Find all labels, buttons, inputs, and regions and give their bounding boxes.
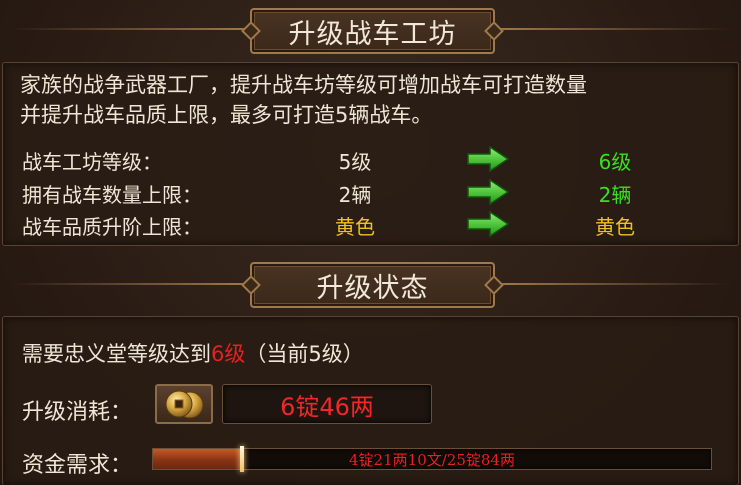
title-ornament-right — [495, 28, 731, 30]
requirement-current: （当前5级） — [245, 342, 364, 366]
stat-next-value: 6级 — [598, 150, 632, 174]
green-right-arrow-icon — [467, 211, 510, 237]
stat-next-value: 2辆 — [598, 183, 632, 207]
requirement-prefix: 需要忠义堂等级达到 — [22, 342, 211, 366]
fund-requirement-label: 资金需求： — [22, 453, 133, 478]
stat-current-value: 2辆 — [338, 183, 372, 207]
stat-label: 拥有战车数量上限： — [22, 183, 202, 207]
stat-label: 战车品质升阶上限： — [22, 215, 202, 239]
fund-progress-text: 4锭21两10文/25锭84两 — [349, 450, 515, 469]
fund-progress-bar: 4锭21两10文/25锭84两 — [152, 446, 712, 472]
title-ornament-left — [10, 28, 250, 30]
green-right-arrow-icon — [467, 179, 510, 205]
stat-current-value: 黄色 — [335, 215, 375, 239]
description-line-1: 家族的战争武器工厂，提升战车坊等级可增加战车可打造数量 — [20, 73, 587, 97]
copper-coin-icon — [165, 390, 204, 419]
title-ornament-right — [495, 283, 731, 285]
stat-next-value: 黄色 — [595, 215, 635, 239]
coin-slot[interactable] — [155, 384, 213, 424]
section-title-upgrade-status: 升级状态 — [250, 262, 495, 308]
stat-current-value: 5级 — [338, 150, 372, 174]
description-line-2: 并提升战车品质上限，最多可打造5辆战车。 — [20, 103, 433, 127]
requirement-level: 6级 — [211, 342, 246, 366]
upgrade-cost-label: 升级消耗： — [22, 400, 133, 425]
upgrade-cost-value: 6锭46两 — [222, 384, 432, 424]
section-title-workshop: 升级战车工坊 — [250, 8, 495, 54]
stat-label: 战车工坊等级： — [22, 150, 162, 174]
green-right-arrow-icon — [467, 146, 510, 172]
title-ornament-left — [10, 283, 250, 285]
requirement-text: 需要忠义堂等级达到6级（当前5级） — [22, 338, 364, 368]
